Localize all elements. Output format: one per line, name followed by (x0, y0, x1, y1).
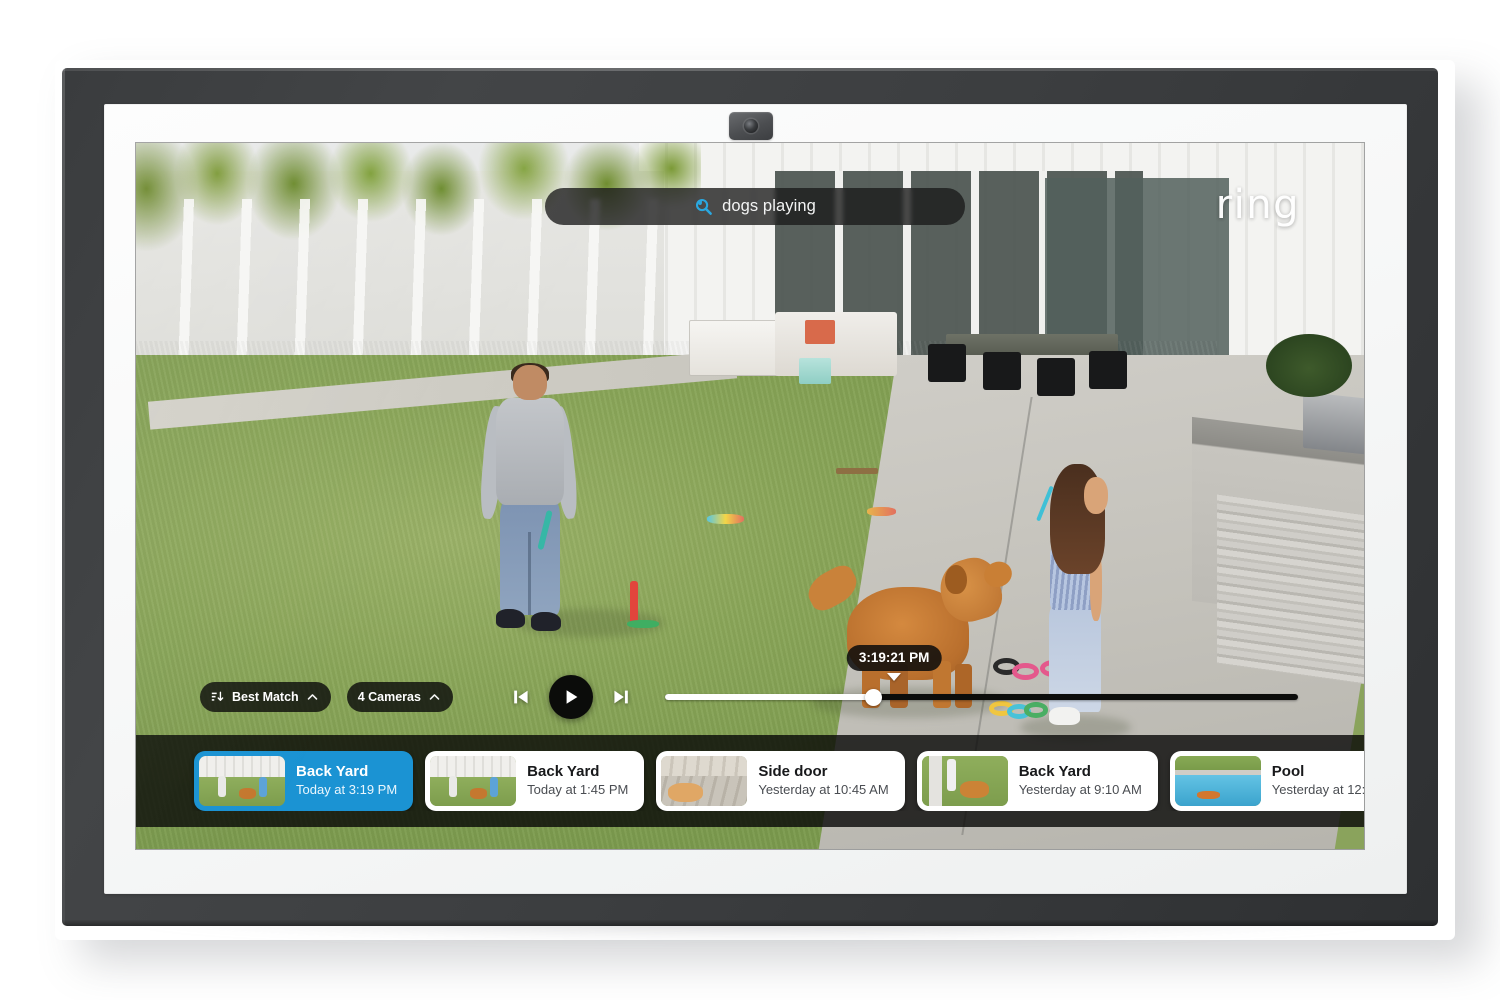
event-timestamp: Yesterday at 9:10 AM (1018, 782, 1142, 798)
event-card[interactable]: Side door Yesterday at 10:45 AM (656, 751, 905, 811)
event-timestamp: Yesterday at 12: (1271, 782, 1364, 798)
frame-left-highlight (62, 68, 65, 926)
frame-bottom-shadow (62, 920, 1438, 926)
event-list[interactable]: Back Yard Today at 3:19 PM Back Yard Today … (136, 751, 1364, 811)
play-icon (566, 690, 578, 704)
chevron-up-icon (307, 693, 317, 700)
event-meta: Side door Yesterday at 10:45 AM (758, 764, 888, 797)
scene-chair (983, 351, 1022, 391)
scene-toy (707, 513, 744, 525)
scene-bench (688, 319, 781, 376)
scene-cooler (799, 358, 832, 384)
frame-top-highlight (62, 68, 1438, 71)
event-timestamp: Yesterday at 10:45 AM (758, 782, 889, 798)
event-thumbnail (921, 756, 1008, 806)
event-thumbnail (199, 756, 285, 806)
scene-person-adult (474, 362, 585, 633)
event-camera-name: Side door (758, 763, 828, 781)
current-time-tooltip: 3:19:21 PM (846, 645, 942, 671)
camera-selector-chip[interactable]: 4 Cameras (346, 682, 453, 712)
screenshot-stage: dogs playing ring Best Match 4 Cameras 3… (0, 0, 1500, 1000)
playback-control-bar: Best Match 4 Cameras 3:19:21 PM (136, 645, 1364, 727)
scene-toy (835, 467, 878, 475)
event-meta: Back Yard Today at 3:19 PM (296, 764, 397, 797)
event-card[interactable]: Back Yard Today at 1:45 PM (425, 751, 645, 811)
timeline-scrubber[interactable]: 3:19:21 PM (664, 645, 1298, 717)
event-thumbnail (661, 756, 748, 806)
event-timestamp: Today at 1:45 PM (527, 782, 629, 798)
scene-outdoor-sofa (774, 312, 898, 376)
scene-windows (1044, 178, 1229, 355)
event-camera-name: Back Yard (1018, 763, 1091, 781)
scrubber-progress-fill (664, 694, 874, 700)
camera-lens-icon (744, 119, 758, 133)
scene-chair (928, 344, 967, 383)
event-camera-name: Back Yard (527, 763, 600, 781)
event-meta: Back Yard Yesterday at 9:10 AM (1019, 764, 1142, 797)
scene-throw-pillow (805, 319, 835, 344)
front-facing-camera-icon (729, 112, 773, 140)
event-meta: Back Yard Today at 1:45 PM (527, 764, 628, 797)
scene-toy (627, 619, 660, 629)
search-query-text: dogs playing (722, 197, 816, 215)
scene-chair (1037, 357, 1076, 396)
event-card[interactable]: Back Yard Today at 3:19 PM (194, 751, 414, 811)
play-button[interactable] (548, 675, 593, 719)
sort-chip-label: Best Match (232, 690, 299, 704)
display-screen: dogs playing ring Best Match 4 Cameras 3… (136, 143, 1364, 849)
sort-icon (211, 691, 224, 701)
event-camera-name: Back Yard (296, 763, 369, 781)
event-camera-name: Pool (1271, 763, 1305, 781)
camera-chip-label: 4 Cameras (357, 690, 421, 704)
skip-previous-icon (514, 690, 528, 704)
scrubber-handle[interactable] (865, 688, 883, 706)
event-meta: Pool Yesterday at 12: (1272, 764, 1364, 797)
ring-logo: ring (1215, 182, 1300, 228)
scene-stone-cladding (1216, 494, 1364, 696)
event-card[interactable]: Pool Yesterday at 12: (1169, 751, 1364, 811)
event-thumbnail (430, 756, 517, 806)
scene-grill (1302, 391, 1364, 459)
event-thumbnail (1174, 756, 1261, 806)
scene-shrub (1265, 333, 1352, 398)
transport-controls (510, 675, 632, 719)
skip-next-icon (614, 690, 628, 704)
sort-filter-chip[interactable]: Best Match (200, 682, 331, 712)
chevron-up-icon (429, 693, 440, 700)
scene-toy (866, 506, 897, 516)
search-icon (696, 198, 712, 215)
video-search-bar[interactable]: dogs playing (545, 188, 965, 225)
event-timestamp: Today at 3:19 PM (296, 782, 398, 798)
next-event-button[interactable] (610, 686, 632, 708)
scene-chair (1088, 350, 1127, 389)
time-caret-icon (887, 673, 902, 681)
previous-event-button[interactable] (510, 686, 532, 708)
event-card[interactable]: Back Yard Yesterday at 9:10 AM (916, 751, 1158, 811)
